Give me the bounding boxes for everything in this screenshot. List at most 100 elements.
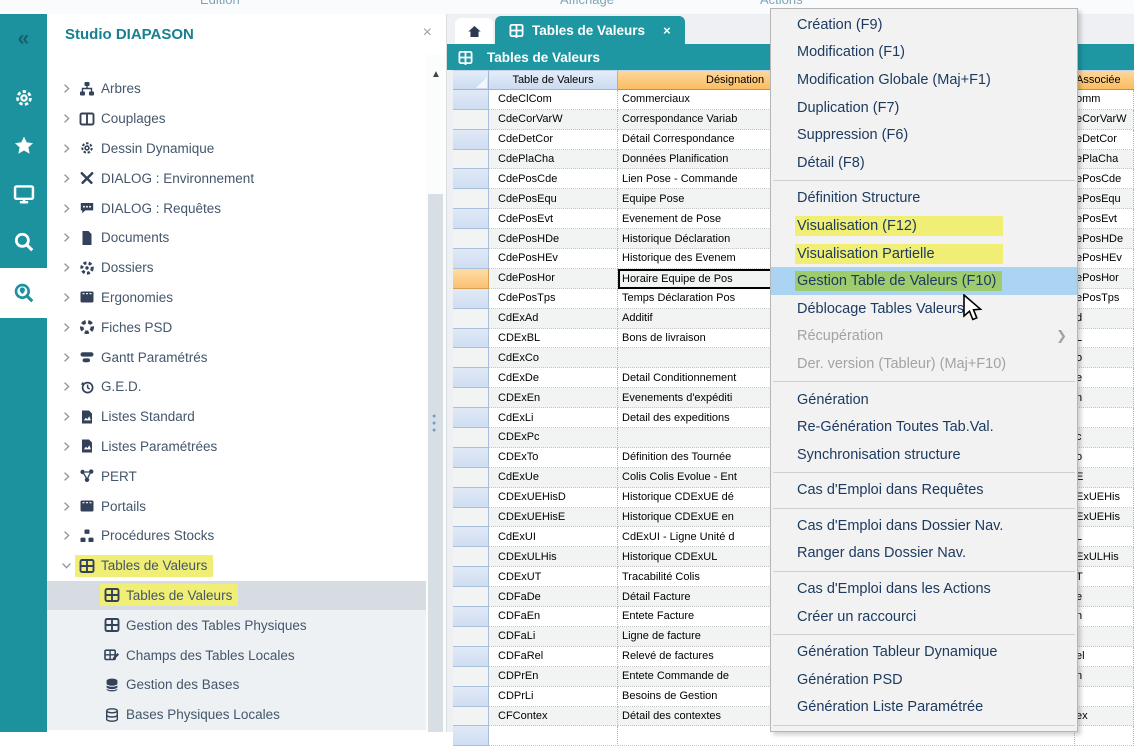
- menu-item-ranger-dans-dossier-nav[interactable]: Ranger dans Dossier Nav.: [771, 540, 1077, 568]
- cell-associated[interactable]: ExUEHis: [1075, 508, 1134, 528]
- menu-item-g-n-ration-tableur-dynamique[interactable]: Génération Tableur Dynamique: [771, 638, 1077, 666]
- tab-tables-de-valeurs[interactable]: Tables de Valeurs ×: [495, 16, 685, 44]
- menu-item-d-blocage-tables-valeurs[interactable]: Déblocage Tables Valeurs: [771, 295, 1077, 323]
- menu-item-modification-f1[interactable]: Modification (F1): [771, 39, 1077, 67]
- row-selector[interactable]: [453, 348, 489, 368]
- chevron-right-icon[interactable]: [60, 172, 75, 185]
- rail-button-search[interactable]: [0, 220, 47, 264]
- chevron-right-icon[interactable]: [60, 142, 75, 155]
- row-selector[interactable]: [453, 567, 489, 587]
- row-selector[interactable]: [453, 189, 489, 209]
- menu-item-synchronisation-structure[interactable]: Synchronisation structure: [771, 441, 1077, 469]
- cell-table-name[interactable]: CdePosTps: [489, 289, 618, 309]
- cell-table-name[interactable]: CDExEn: [489, 388, 618, 408]
- menu-edition[interactable]: Edition: [200, 0, 240, 7]
- rail-button-search-pin[interactable]: [0, 268, 47, 318]
- menu-item-suppression-f6[interactable]: Suppression (F6): [771, 121, 1077, 149]
- cell-associated[interactable]: c: [1075, 428, 1134, 448]
- cell-table-name[interactable]: CdePosEqu: [489, 189, 618, 209]
- cell-associated[interactable]: ex: [1075, 707, 1134, 727]
- row-selector[interactable]: [453, 707, 489, 727]
- cell-table-name[interactable]: CDPrLi: [489, 687, 618, 707]
- cell-associated[interactable]: ePosHor: [1075, 269, 1134, 289]
- cell-associated[interactable]: ePosEvt: [1075, 209, 1134, 229]
- collapse-sidebar-button[interactable]: «: [0, 24, 47, 54]
- cell-table-name[interactable]: CdePosHDe: [489, 229, 618, 249]
- row-selector[interactable]: [453, 468, 489, 488]
- tab-home[interactable]: [455, 18, 493, 44]
- cell-table-name[interactable]: CdePosHor: [489, 269, 618, 289]
- tree-item-pert[interactable]: PERT: [47, 461, 426, 491]
- cell-table-name[interactable]: CDExULHis: [489, 547, 618, 567]
- menu-item-visualisation-partielle[interactable]: Visualisation Partielle: [771, 240, 1077, 268]
- tab-close-icon[interactable]: ×: [663, 23, 671, 38]
- row-selector[interactable]: [453, 448, 489, 468]
- cell-associated[interactable]: o: [1075, 448, 1134, 468]
- row-selector[interactable]: [453, 607, 489, 627]
- tree-item-dessin-dynamique[interactable]: Dessin Dynamique: [47, 134, 426, 164]
- chevron-down-icon[interactable]: [60, 559, 75, 572]
- tree-item-tables-de-valeurs[interactable]: Tables de Valeurs: [47, 581, 426, 611]
- tree-item-couplages[interactable]: Couplages: [47, 104, 426, 134]
- menu-item-visualisation-f12[interactable]: Visualisation (F12): [771, 212, 1077, 240]
- cell-associated[interactable]: ePlaCha: [1075, 150, 1134, 170]
- cell-table-name[interactable]: CdeCorVarW: [489, 110, 618, 130]
- cell-associated[interactable]: n: [1075, 667, 1134, 687]
- row-selector[interactable]: [453, 547, 489, 567]
- tree-item-champs-des-tables-locales[interactable]: Champs des Tables Locales: [47, 640, 426, 670]
- chevron-right-icon[interactable]: [60, 351, 75, 364]
- cell-table-name[interactable]: CDExUT: [489, 567, 618, 587]
- tree-item-dossiers[interactable]: Dossiers: [47, 253, 426, 283]
- menu-item-cas-d-emploi-dans-requ-tes[interactable]: Cas d'Emploi dans Requêtes: [771, 477, 1077, 505]
- row-selector[interactable]: [453, 687, 489, 707]
- cell-associated[interactable]: eCorVarW: [1075, 110, 1134, 130]
- menu-item-g-n-ration[interactable]: Génération: [771, 386, 1077, 414]
- cell-table-name[interactable]: CDExPc: [489, 428, 618, 448]
- chevron-right-icon[interactable]: [60, 470, 75, 483]
- rail-button-star[interactable]: [0, 124, 47, 168]
- cell-associated[interactable]: [1075, 687, 1134, 707]
- menu-item-duplication-f7[interactable]: Duplication (F7): [771, 94, 1077, 122]
- cell-associated[interactable]: ePosHDe: [1075, 229, 1134, 249]
- row-selector[interactable]: [453, 130, 489, 150]
- menu-item-modification-globale-maj-f1[interactable]: Modification Globale (Maj+F1): [771, 66, 1077, 94]
- cell-table-name[interactable]: CdePosHEv: [489, 249, 618, 269]
- cell-table-name[interactable]: CdeDetCor: [489, 130, 618, 150]
- menu-item-g-n-ration-liste-param-tr-e[interactable]: Génération Liste Paramétrée: [771, 694, 1077, 722]
- chevron-right-icon[interactable]: [60, 291, 75, 304]
- tree-item-bases-physiques-locales[interactable]: Bases Physiques Locales: [47, 700, 426, 730]
- cell-table-name[interactable]: CDFaEn: [489, 607, 618, 627]
- row-selector[interactable]: [453, 309, 489, 329]
- tree-item-gestion-des-bases[interactable]: Gestion des Bases: [47, 670, 426, 700]
- cell-table-name[interactable]: CDFaDe: [489, 587, 618, 607]
- cell-table-name[interactable]: CdExUe: [489, 468, 618, 488]
- row-selector[interactable]: [453, 408, 489, 428]
- row-selector[interactable]: [453, 527, 489, 547]
- chevron-right-icon[interactable]: [60, 82, 75, 95]
- cell-table-name[interactable]: CdePlaCha: [489, 150, 618, 170]
- cell-table-name[interactable]: CdExAd: [489, 309, 618, 329]
- row-selector[interactable]: [453, 209, 489, 229]
- cell-table-name[interactable]: CDExUEHisE: [489, 508, 618, 528]
- cell-table-name[interactable]: CdePosEvt: [489, 209, 618, 229]
- cell-table-name[interactable]: CDFaLi: [489, 627, 618, 647]
- row-selector[interactable]: [453, 508, 489, 528]
- cell-associated[interactable]: ePosHEv: [1075, 249, 1134, 269]
- cell-table-name[interactable]: CdExUI: [489, 527, 618, 547]
- cell-table-name[interactable]: CdeClCom: [489, 90, 618, 110]
- tree-item-gantt-param-tr-s[interactable]: Gantt Paramétrés: [47, 342, 426, 372]
- row-selector[interactable]: [453, 428, 489, 448]
- chevron-right-icon[interactable]: [60, 529, 75, 542]
- cell-table-name[interactable]: CDExBL: [489, 329, 618, 349]
- tree-item-g-e-d-[interactable]: G.E.D.: [47, 372, 426, 402]
- tree-item-fiches-psd[interactable]: Fiches PSD: [47, 312, 426, 342]
- cell-associated[interactable]: L: [1075, 527, 1134, 547]
- cell-associated[interactable]: ePosEqu: [1075, 189, 1134, 209]
- cell-table-name[interactable]: CdExCo: [489, 348, 618, 368]
- cell-associated[interactable]: d: [1075, 309, 1134, 329]
- tree-item-tables-de-valeurs[interactable]: Tables de Valeurs: [47, 551, 426, 581]
- rail-button-gear[interactable]: [0, 76, 47, 120]
- tree-item-proc-dures-stocks[interactable]: Procédures Stocks: [47, 521, 426, 551]
- row-selector[interactable]: [453, 249, 489, 269]
- cell-associated[interactable]: el: [1075, 647, 1134, 667]
